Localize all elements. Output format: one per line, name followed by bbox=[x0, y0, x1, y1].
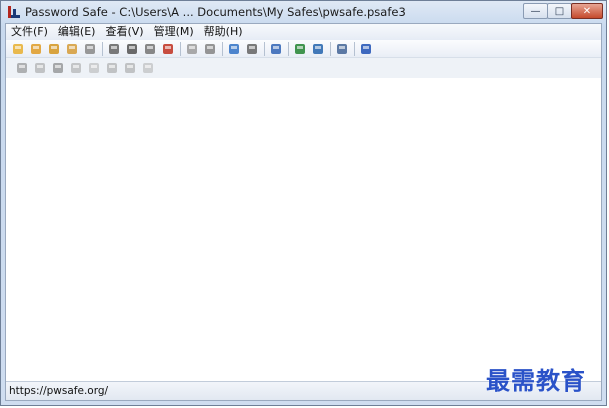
note-icon bbox=[89, 63, 99, 73]
close-safe-button[interactable] bbox=[46, 41, 62, 57]
users-button[interactable] bbox=[50, 60, 66, 76]
secondary-toolbar bbox=[6, 58, 601, 78]
toolbar-separator bbox=[354, 41, 355, 56]
add-entry-icon bbox=[229, 43, 239, 54]
maximize-button[interactable]: □ bbox=[547, 3, 572, 19]
tag-icon bbox=[35, 63, 45, 73]
close-safe-icon bbox=[49, 43, 59, 54]
save-button[interactable] bbox=[82, 41, 98, 57]
autotype-button[interactable] bbox=[184, 41, 200, 57]
menu-manage[interactable]: 管理(M) bbox=[149, 24, 199, 40]
toolbar-separator bbox=[102, 41, 103, 56]
new-safe-icon bbox=[13, 43, 23, 54]
delete-entry-icon bbox=[271, 43, 281, 54]
collapse-all-icon bbox=[313, 43, 323, 54]
minimize-icon: — bbox=[530, 5, 541, 17]
menu-file[interactable]: 文件(F) bbox=[6, 24, 53, 40]
delete-entry-button[interactable] bbox=[268, 41, 284, 57]
new-safe-button[interactable] bbox=[10, 41, 26, 57]
app-logo-icon bbox=[8, 6, 20, 18]
autotype-icon bbox=[187, 43, 197, 54]
browse-url-icon bbox=[205, 43, 215, 54]
add-group-button[interactable] bbox=[14, 60, 30, 76]
key-button[interactable] bbox=[68, 60, 84, 76]
email-icon bbox=[125, 63, 135, 73]
expand-all-icon bbox=[295, 43, 305, 54]
close-icon: ✕ bbox=[582, 5, 592, 17]
toolbar-separator bbox=[330, 41, 331, 56]
menu-bar: 文件(F) 编辑(E) 查看(V) 管理(M) 帮助(H) bbox=[6, 24, 601, 40]
add-group-icon bbox=[17, 63, 27, 73]
entry-tree-view[interactable] bbox=[6, 78, 601, 384]
copy-notes-button[interactable] bbox=[142, 41, 158, 57]
browse-url-button[interactable] bbox=[202, 41, 218, 57]
toolbar-separator bbox=[264, 41, 265, 56]
email-button[interactable] bbox=[122, 60, 138, 76]
clear-clipboard-icon bbox=[163, 43, 173, 54]
status-text: https://pwsafe.org/ bbox=[9, 385, 109, 397]
print-button[interactable] bbox=[140, 60, 156, 76]
clear-clipboard-button[interactable] bbox=[160, 41, 176, 57]
tag-button[interactable] bbox=[32, 60, 48, 76]
toolbar-separator bbox=[222, 41, 223, 56]
menu-edit[interactable]: 编辑(E) bbox=[53, 24, 101, 40]
options-icon bbox=[337, 43, 347, 54]
window-title: Password Safe - C:\Users\A ... Documents… bbox=[25, 5, 406, 19]
copy-notes-icon bbox=[145, 43, 155, 54]
edit-entry-button[interactable] bbox=[244, 41, 260, 57]
main-toolbar bbox=[6, 40, 601, 58]
print-icon bbox=[143, 63, 153, 73]
maximize-icon: □ bbox=[554, 5, 565, 17]
close-button[interactable]: ✕ bbox=[571, 3, 603, 19]
edit-entry-icon bbox=[247, 43, 257, 54]
note-button[interactable] bbox=[86, 60, 102, 76]
expand-all-button[interactable] bbox=[292, 41, 308, 57]
toolbar-separator bbox=[180, 41, 181, 56]
record-icon bbox=[107, 63, 117, 73]
minimize-button[interactable]: — bbox=[523, 3, 548, 19]
open-safe-icon bbox=[31, 43, 41, 54]
client-area: 文件(F) 编辑(E) 查看(V) 管理(M) 帮助(H) https://pw… bbox=[5, 23, 602, 401]
collapse-all-button[interactable] bbox=[310, 41, 326, 57]
key-icon bbox=[71, 63, 81, 73]
lock-safe-button[interactable] bbox=[64, 41, 80, 57]
title-bar[interactable]: Password Safe - C:\Users\A ... Documents… bbox=[1, 1, 606, 23]
copy-username-icon bbox=[127, 43, 137, 54]
users-icon bbox=[53, 63, 63, 73]
open-safe-button[interactable] bbox=[28, 41, 44, 57]
copy-password-button[interactable] bbox=[106, 41, 122, 57]
copy-password-icon bbox=[109, 43, 119, 54]
menu-help[interactable]: 帮助(H) bbox=[199, 24, 248, 40]
app-window: Password Safe - C:\Users\A ... Documents… bbox=[0, 0, 607, 406]
help-icon bbox=[361, 43, 371, 54]
record-button[interactable] bbox=[104, 60, 120, 76]
copy-username-button[interactable] bbox=[124, 41, 140, 57]
help-button[interactable] bbox=[358, 41, 374, 57]
watermark-text: 最需教育 bbox=[486, 366, 586, 395]
add-entry-button[interactable] bbox=[226, 41, 242, 57]
save-icon bbox=[85, 43, 95, 54]
menu-view[interactable]: 查看(V) bbox=[100, 24, 148, 40]
lock-safe-icon bbox=[67, 43, 77, 54]
options-button[interactable] bbox=[334, 41, 350, 57]
toolbar-separator bbox=[288, 41, 289, 56]
